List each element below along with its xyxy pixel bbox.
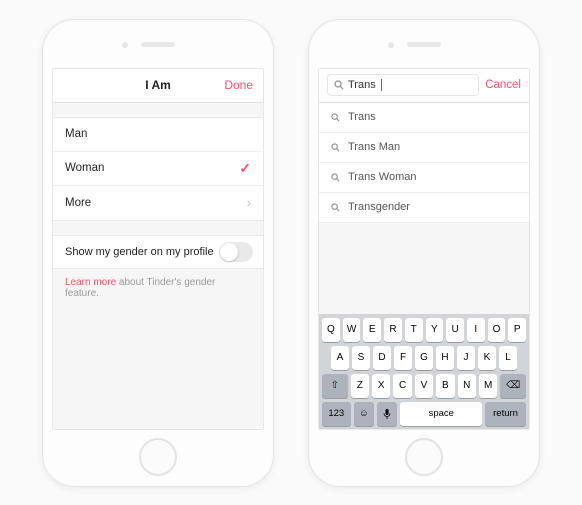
search-icon xyxy=(331,203,340,212)
key-j[interactable]: J xyxy=(457,346,475,370)
gender-option-man[interactable]: Man xyxy=(53,118,263,152)
search-icon xyxy=(331,113,340,122)
key-k[interactable]: K xyxy=(478,346,496,370)
search-result[interactable]: Trans Man xyxy=(319,133,529,163)
check-icon: ✓ xyxy=(239,160,251,177)
toggle-knob xyxy=(220,243,238,261)
gender-option-more[interactable]: More › xyxy=(53,186,263,220)
phone-frame-right: Trans Cancel Trans Trans Man Trans Woman… xyxy=(308,19,540,487)
key-y[interactable]: Y xyxy=(426,318,444,342)
cancel-button[interactable]: Cancel xyxy=(485,79,521,91)
search-icon xyxy=(331,173,340,182)
key-v[interactable]: V xyxy=(415,374,433,398)
keyboard-row-2: A S D F G H J K L xyxy=(322,346,526,370)
phone-camera xyxy=(388,42,394,48)
key-mic[interactable] xyxy=(377,402,397,426)
key-r[interactable]: R xyxy=(384,318,402,342)
search-results: Trans Trans Man Trans Woman Transgender xyxy=(319,103,529,223)
key-c[interactable]: C xyxy=(393,374,411,398)
key-emoji[interactable]: ☺ xyxy=(354,402,374,426)
key-return[interactable]: return xyxy=(485,402,526,426)
key-m[interactable]: M xyxy=(479,374,497,398)
phone-frame-left: I Am Done Man Woman ✓ More › Show my gen… xyxy=(42,19,274,487)
screen-left: I Am Done Man Woman ✓ More › Show my gen… xyxy=(52,68,264,430)
key-q[interactable]: Q xyxy=(322,318,340,342)
show-gender-toggle-row: Show my gender on my profile xyxy=(53,235,263,269)
phone-camera xyxy=(122,42,128,48)
key-b[interactable]: B xyxy=(436,374,454,398)
home-button[interactable] xyxy=(139,438,177,476)
option-label: More xyxy=(65,197,91,209)
screen-right: Trans Cancel Trans Trans Man Trans Woman… xyxy=(318,68,530,430)
result-label: Trans xyxy=(348,111,376,123)
key-i[interactable]: I xyxy=(467,318,485,342)
home-button[interactable] xyxy=(405,438,443,476)
result-label: Trans Man xyxy=(348,141,400,153)
search-bar: Trans Cancel xyxy=(319,69,529,103)
search-result[interactable]: Trans xyxy=(319,103,529,133)
result-label: Trans Woman xyxy=(348,171,416,183)
search-input[interactable]: Trans xyxy=(327,74,479,96)
done-button[interactable]: Done xyxy=(224,78,253,92)
key-e[interactable]: E xyxy=(363,318,381,342)
search-icon xyxy=(334,80,344,90)
option-label: Woman xyxy=(65,162,104,174)
learn-more-link[interactable]: Learn more xyxy=(65,277,116,288)
key-a[interactable]: A xyxy=(331,346,349,370)
search-query: Trans xyxy=(348,79,376,91)
key-z[interactable]: Z xyxy=(351,374,369,398)
text-cursor xyxy=(381,79,382,91)
key-s[interactable]: S xyxy=(352,346,370,370)
key-p[interactable]: P xyxy=(508,318,526,342)
chevron-right-icon: › xyxy=(247,195,251,210)
phone-speaker xyxy=(407,42,441,47)
key-t[interactable]: T xyxy=(405,318,423,342)
option-label: Man xyxy=(65,128,87,140)
key-g[interactable]: G xyxy=(415,346,433,370)
key-w[interactable]: W xyxy=(343,318,361,342)
key-h[interactable]: H xyxy=(436,346,454,370)
key-shift[interactable]: ⇧ xyxy=(322,374,348,398)
key-u[interactable]: U xyxy=(446,318,464,342)
keyboard-row-1: Q W E R T Y U I O P xyxy=(322,318,526,342)
keyboard: Q W E R T Y U I O P A S D F G H J K L xyxy=(319,314,529,429)
keyboard-row-3: ⇧ Z X C V B N M ⌫ xyxy=(322,374,526,398)
phone-speaker xyxy=(141,42,175,47)
search-result[interactable]: Trans Woman xyxy=(319,163,529,193)
key-123[interactable]: 123 xyxy=(322,402,351,426)
keyboard-row-4: 123 ☺ space return xyxy=(322,402,526,426)
result-label: Transgender xyxy=(348,201,410,213)
key-o[interactable]: O xyxy=(488,318,506,342)
gender-option-woman[interactable]: Woman ✓ xyxy=(53,152,263,186)
show-gender-toggle[interactable] xyxy=(219,242,253,262)
key-space[interactable]: space xyxy=(400,402,482,426)
nav-header: I Am Done xyxy=(53,69,263,103)
toggle-label: Show my gender on my profile xyxy=(65,246,214,258)
footer-note: Learn more about Tinder's gender feature… xyxy=(53,269,263,307)
key-x[interactable]: X xyxy=(372,374,390,398)
key-backspace[interactable]: ⌫ xyxy=(500,374,526,398)
key-d[interactable]: D xyxy=(373,346,391,370)
key-l[interactable]: L xyxy=(499,346,517,370)
page-title: I Am xyxy=(145,78,171,92)
key-f[interactable]: F xyxy=(394,346,412,370)
mic-icon xyxy=(383,408,391,420)
search-result[interactable]: Transgender xyxy=(319,193,529,223)
search-icon xyxy=(331,143,340,152)
key-n[interactable]: N xyxy=(458,374,476,398)
gender-option-list: Man Woman ✓ More › xyxy=(53,117,263,221)
